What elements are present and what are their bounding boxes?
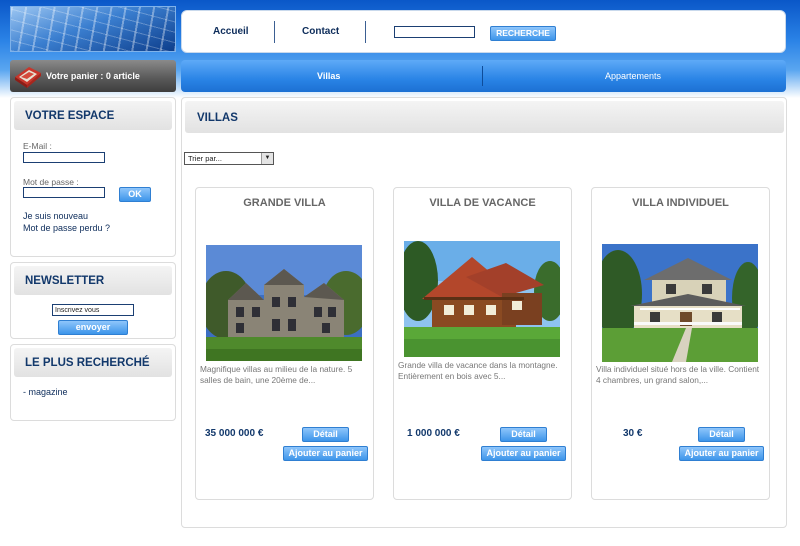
product-image-mansion [206, 245, 362, 361]
lost-password-link[interactable]: Mot de passe perdu ? [23, 223, 110, 233]
add-to-cart-button[interactable]: Ajouter au panier [481, 446, 566, 461]
product-card: GRANDE VILLA Magnifique villas au milieu… [195, 187, 374, 500]
add-to-cart-button[interactable]: Ajouter au panier [283, 446, 368, 461]
product-price: 1 000 000 € [407, 428, 460, 439]
product-detail-button[interactable]: Détail [500, 427, 547, 442]
add-to-cart-button[interactable]: Ajouter au panier [679, 446, 764, 461]
cart-summary[interactable]: Votre panier : 0 article [10, 60, 176, 92]
product-image-chalet [404, 241, 560, 357]
password-label: Mot de passe : [23, 177, 79, 187]
email-field[interactable] [23, 152, 105, 163]
book-icon [15, 67, 41, 88]
product-title: VILLA DE VACANCE [429, 197, 536, 209]
nav-divider [365, 21, 366, 43]
product-price: 35 000 000 € [205, 428, 264, 439]
category-navigation: Villas Appartements [181, 60, 786, 92]
product-detail-button[interactable]: Détail [698, 427, 745, 442]
most-searched-panel: LE PLUS RECHERCHÉ - magazine [10, 344, 176, 421]
page-title: VILLAS [185, 101, 784, 133]
newsletter-send-button[interactable]: envoyer [58, 320, 128, 335]
login-ok-button[interactable]: OK [119, 187, 151, 202]
product-detail-button[interactable]: Détail [302, 427, 349, 442]
product-description: Magnifique villas au milieu de la nature… [200, 364, 353, 385]
search-input[interactable] [394, 26, 475, 38]
top-navigation: Accueil Contact RECHERCHE [181, 10, 786, 53]
most-searched-item[interactable]: - magazine [23, 387, 68, 397]
tab-villas[interactable]: Villas [317, 71, 340, 81]
product-description: Villa individuel situé hors de la ville.… [596, 364, 760, 385]
account-panel: VOTRE ESPACE E-Mail : Mot de passe : OK … [10, 97, 176, 257]
newsletter-email-input[interactable] [52, 304, 134, 316]
product-description: Grande villa de vacance dans la montagne… [398, 360, 558, 381]
password-field[interactable] [23, 187, 105, 198]
most-searched-title: LE PLUS RECHERCHÉ [14, 348, 172, 377]
sort-select[interactable]: Trier par... ▼ [184, 152, 274, 165]
product-price: 30 € [623, 428, 643, 439]
search-button[interactable]: RECHERCHE [490, 26, 556, 41]
email-label: E-Mail : [23, 141, 52, 151]
chevron-down-icon: ▼ [261, 153, 273, 164]
product-title: VILLA INDIVIDUEL [632, 197, 729, 209]
nav-divider [274, 21, 275, 43]
product-card: VILLA DE VACANCE Grande villa de vacance… [393, 187, 572, 500]
main-content: VILLAS Trier par... ▼ GRANDE VILLA Magni… [181, 97, 787, 528]
product-card: VILLA INDIVIDUEL Villa individuel situé … [591, 187, 770, 500]
nav-contact-link[interactable]: Contact [302, 26, 339, 37]
product-title: GRANDE VILLA [243, 197, 326, 209]
newsletter-title: NEWSLETTER [14, 266, 172, 295]
nav-accueil-link[interactable]: Accueil [213, 26, 249, 37]
product-image-house [602, 244, 758, 362]
tab-appartements[interactable]: Appartements [605, 71, 661, 81]
account-panel-title: VOTRE ESPACE [14, 101, 172, 130]
category-divider [482, 66, 483, 86]
cart-label: Votre panier : 0 article [46, 71, 140, 81]
register-link[interactable]: Je suis nouveau [23, 211, 88, 221]
sort-select-value: Trier par... [188, 154, 222, 163]
site-logo [10, 6, 176, 52]
newsletter-panel: NEWSLETTER envoyer [10, 262, 176, 339]
